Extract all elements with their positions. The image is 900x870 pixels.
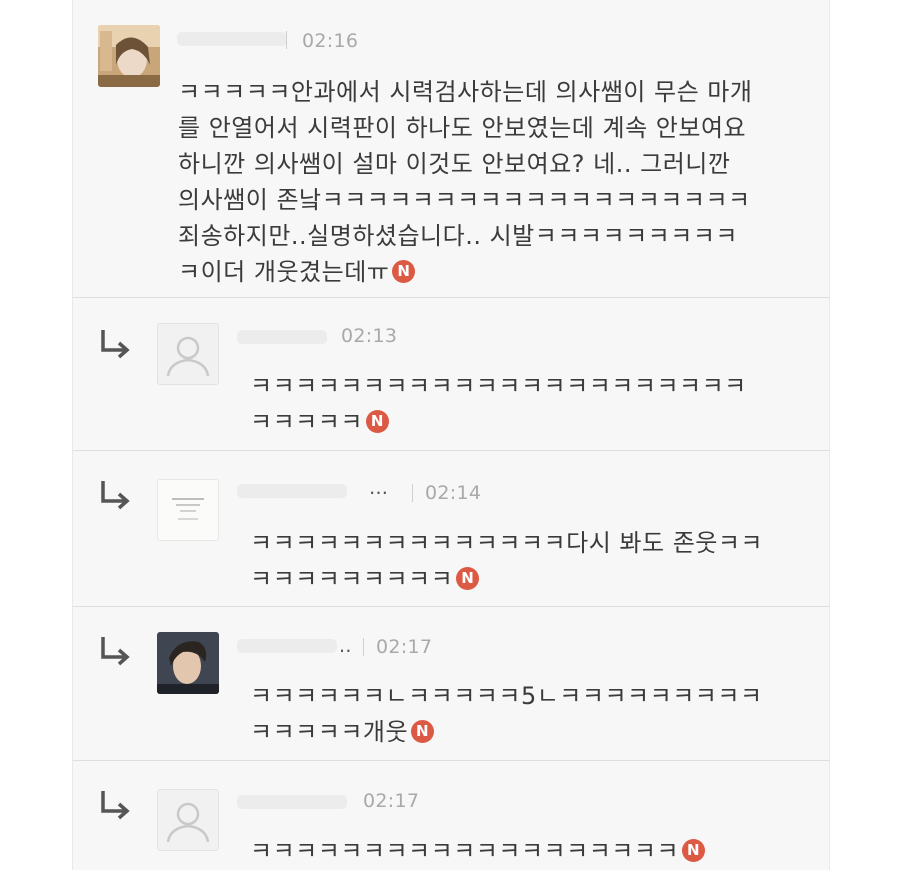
time-separator (412, 484, 413, 502)
new-badge: N (682, 838, 706, 862)
author-name-redacted (237, 330, 327, 344)
author-name-fragment: .. (339, 635, 352, 657)
avatar-photo (157, 632, 219, 694)
new-badge: N (392, 259, 416, 283)
new-badge: N (456, 566, 480, 590)
author-name-redacted (237, 639, 337, 653)
reply-arrow-icon (101, 481, 130, 510)
reply-arrow-icon (101, 637, 130, 666)
reply-text: ㅋㅋㅋㅋㅋㅋㅋㅋㅋㅋㅋㅋㅋㅋㅋㅋㅋㅋㅋ (250, 837, 680, 865)
reply-line: ㅋㅋㅋㅋㅋㅋㅋㅋㅋㅋㅋㅋㅋㅋㅋㅋㅋㅋㅋㅋㅋㅋ (250, 372, 747, 400)
comment-text: ㅋ이더 개웃겼는데ㅠ (178, 258, 390, 286)
avatar[interactable] (157, 632, 219, 694)
author-name-redacted (237, 795, 347, 809)
reply-text: ㅋㅋㅋㅋㅋㅋㅋㅋㅋ (250, 565, 454, 593)
reply-arrow-icon (101, 330, 130, 359)
person-silhouette-icon (166, 802, 210, 843)
reply-item: 02:13 ㅋㅋㅋㅋㅋㅋㅋㅋㅋㅋㅋㅋㅋㅋㅋㅋㅋㅋㅋㅋㅋㅋ ㅋㅋㅋㅋㅋ N (73, 298, 829, 450)
comment-last-line: ㅋ이더 개웃겼는데ㅠ N (178, 252, 416, 287)
reply-time: 02:17 (376, 636, 433, 658)
reply-time: 02:17 (363, 790, 420, 812)
reply-line: ㅋㅋㅋㅋㅋㅋㄴㅋㅋㅋㅋㅋ5ㄴㅋㅋㅋㅋㅋㅋㅋㅋㅋ (250, 682, 763, 710)
reply-text: ㅋㅋㅋㅋㅋ개웃 (250, 718, 409, 746)
reply-time: 02:13 (341, 325, 398, 347)
author-name-redacted (237, 484, 347, 498)
comment-panel: 02:16 ㅋㅋㅋㅋㅋ안과에서 시력검사하는데 의사쌤이 무슨 마개 를 안열어… (72, 0, 830, 870)
reply-item: .. 02:17 ㅋㅋㅋㅋㅋㅋㄴㅋㅋㅋㅋㅋ5ㄴㅋㅋㅋㅋㅋㅋㅋㅋㅋ ㅋㅋㅋㅋㅋ개웃… (73, 607, 829, 760)
comment-time: 02:16 (302, 30, 359, 52)
comment-line: 죄송하지만..실명하셨습니다.. 시발ㅋㅋㅋㅋㅋㅋㅋㅋㅋ (178, 222, 738, 250)
comment-line: 의사쌤이 존낰ㅋㅋㅋㅋㅋㅋㅋㅋㅋㅋㅋㅋㅋㅋㅋㅋㅋㅋㅋ (178, 186, 751, 214)
reply-line: ㅋㅋㅋㅋㅋㅋㅋㅋㅋㅋㅋㅋㅋㅋ다시 봐도 존웃ㅋㅋ (250, 529, 764, 557)
author-name-redacted (177, 32, 287, 46)
text-card-image (172, 498, 204, 520)
reply-last-line: ㅋㅋㅋㅋㅋ N (250, 402, 389, 437)
reply-text: ㅋㅋㅋㅋㅋ (250, 408, 363, 436)
new-badge: N (411, 719, 435, 743)
person-silhouette-icon (166, 336, 210, 377)
avatar[interactable] (157, 789, 219, 851)
comment-line: ㅋㅋㅋㅋㅋ안과에서 시력검사하는데 의사쌤이 무슨 마개 (178, 78, 753, 106)
reply-last-line: ㅋㅋㅋㅋㅋㅋㅋㅋㅋㅋㅋㅋㅋㅋㅋㅋㅋㅋㅋ N (250, 831, 706, 866)
avatar[interactable] (157, 479, 219, 541)
avatar-photo (98, 25, 160, 87)
comment-line: 를 안열어서 시력판이 하나도 안보였는데 계속 안보여요 (178, 114, 747, 142)
comment-screenshot: 02:16 ㅋㅋㅋㅋㅋ안과에서 시력검사하는데 의사쌤이 무슨 마개 를 안열어… (0, 0, 900, 870)
reply-item: 02:17 ㅋㅋㅋㅋㅋㅋㅋㅋㅋㅋㅋㅋㅋㅋㅋㅋㅋㅋㅋ N (73, 761, 829, 870)
reply-last-line: ㅋㅋㅋㅋㅋ개웃 N (250, 712, 435, 747)
reply-time: 02:14 (425, 482, 482, 504)
avatar[interactable] (98, 25, 160, 87)
reply-item: … 02:14 ㅋㅋㅋㅋㅋㅋㅋㅋㅋㅋㅋㅋㅋㅋ다시 봐도 존웃ㅋㅋ ㅋㅋㅋㅋㅋㅋㅋ… (73, 451, 829, 606)
main-comment: 02:16 ㅋㅋㅋㅋㅋ안과에서 시력검사하는데 의사쌤이 무슨 마개 를 안열어… (73, 0, 829, 297)
avatar[interactable] (157, 323, 219, 385)
author-name-fragment: … (369, 477, 389, 499)
new-badge: N (365, 409, 389, 433)
time-separator (286, 31, 287, 49)
reply-last-line: ㅋㅋㅋㅋㅋㅋㅋㅋㅋ N (250, 559, 480, 594)
time-separator (363, 638, 364, 656)
comment-line: 하니깐 의사쌤이 설마 이것도 안보여요? 네.. 그러니깐 (178, 150, 731, 178)
reply-arrow-icon (101, 791, 130, 820)
